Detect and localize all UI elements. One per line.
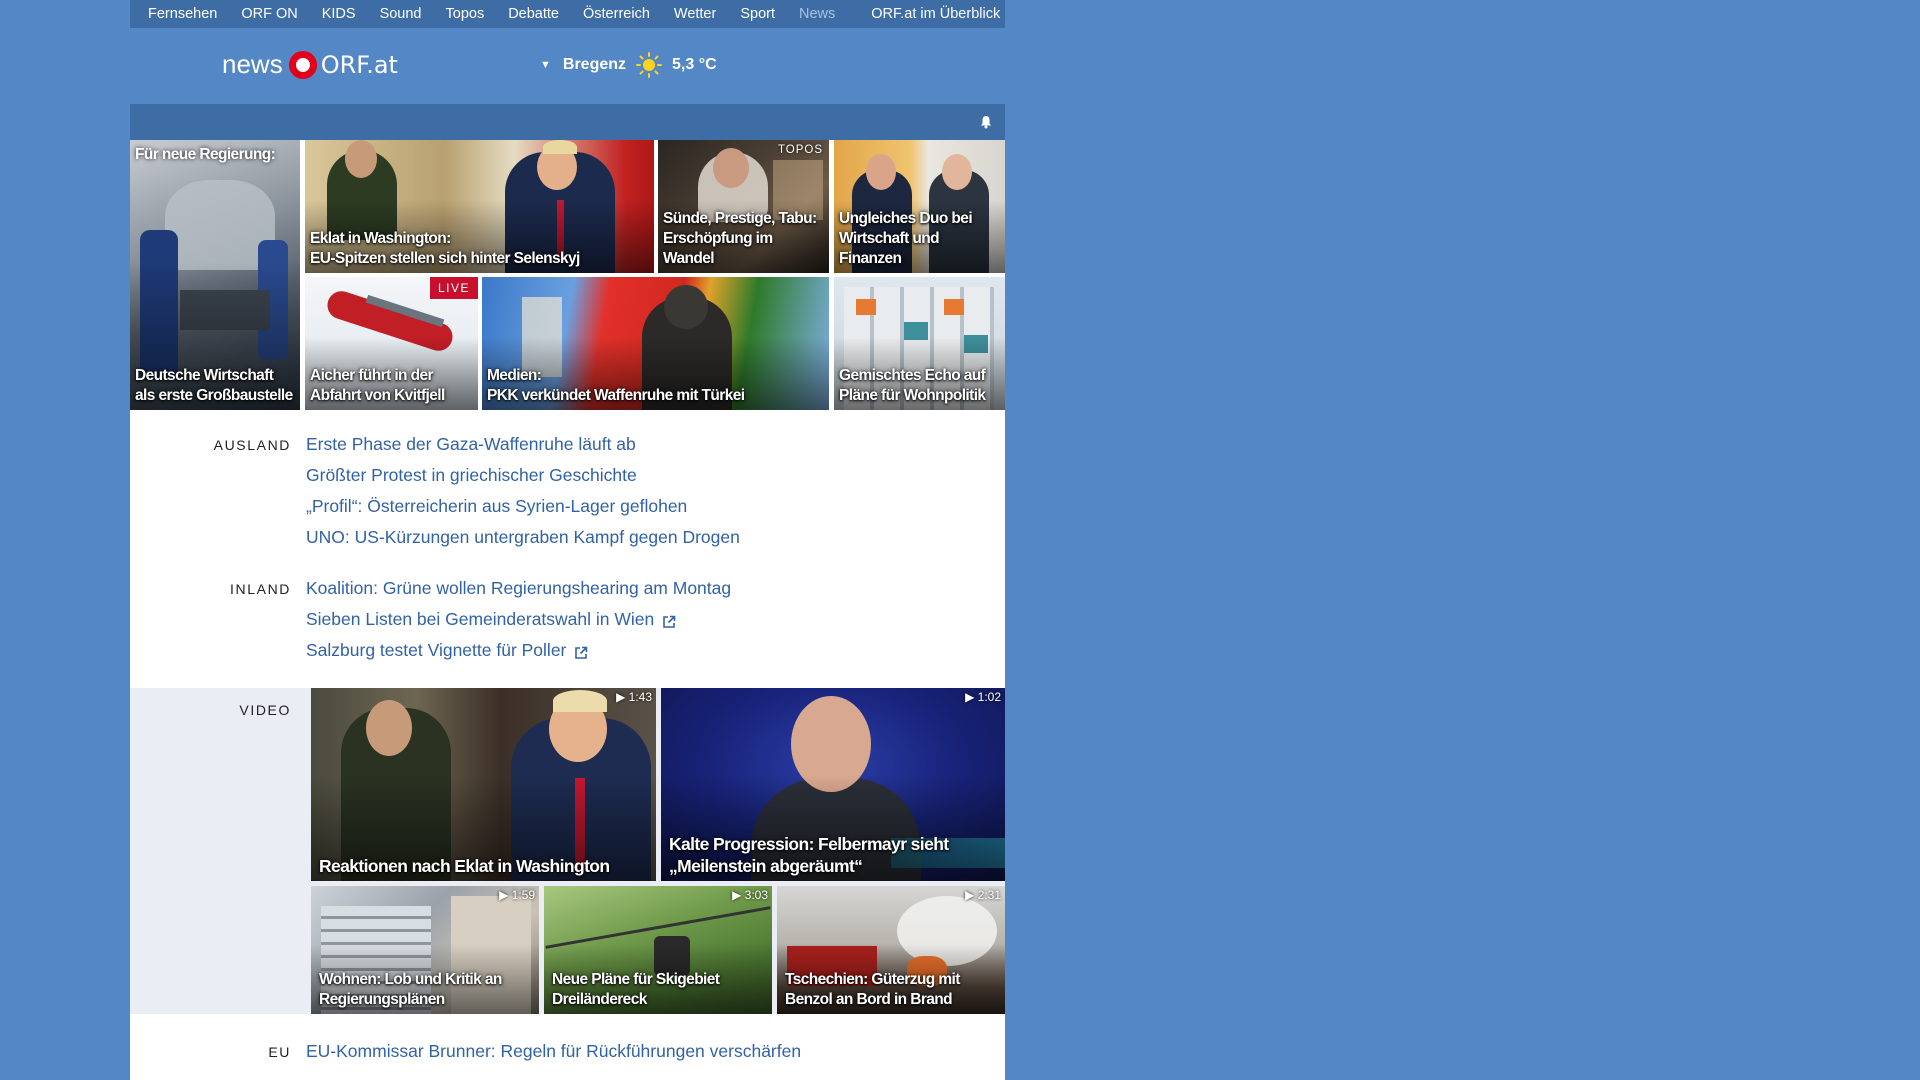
story-tile-wohnpolitik[interactable]: Gemischtes Echo auf Pläne für Wohnpoliti… [834, 277, 1005, 410]
news-orf-logo[interactable]: news ORF.at [222, 49, 398, 80]
weather-temperature: 5,3 °C [672, 56, 717, 73]
tile-caption: Neue Pläne für Skigebiet Dreiländereck [552, 971, 720, 1008]
story-tile-topos[interactable]: TOPOS Sünde, Prestige, Tabu: Erschöpfung… [658, 140, 829, 273]
headline-eu-1[interactable]: EU-Kommissar Brunner: Regeln für Rückfüh… [306, 1041, 801, 1062]
section-label-ausland: AUSLAND [213, 437, 291, 453]
nav-kids[interactable]: KIDS [322, 6, 356, 22]
headline-text: Salzburg testet Vignette für Poller [306, 640, 567, 660]
tile-caption: Medien: PKK verkündet Waffenruhe mit Tür… [487, 367, 745, 404]
tile-caption: Deutsche Wirtschaft als erste Großbauste… [135, 367, 293, 404]
video-tile-skigebiet[interactable]: ▶ 3:03 Neue Pläne für Skigebiet Dreiländ… [544, 886, 772, 1014]
sun-icon [636, 52, 663, 78]
story-tile-wirtschaft[interactable]: Für neue Regierung: Deutsche Wirtschaft … [130, 140, 300, 410]
video-duration: ▶ 1:59 [499, 888, 535, 902]
weather-widget[interactable]: ▼ Bregenz 5,3 °C [540, 52, 717, 78]
nav-news[interactable]: News [799, 6, 835, 22]
tile-caption: Sünde, Prestige, Tabu: Erschöpfung im Wa… [663, 210, 817, 267]
duration-text: 1:43 [628, 690, 652, 704]
tile-overline: Für neue Regierung: [135, 146, 276, 163]
headline-inland-1[interactable]: Koalition: Grüne wollen Regierungshearin… [306, 578, 731, 599]
section-label-inland: INLAND [230, 581, 291, 597]
video-duration: ▶ 1:02 [965, 690, 1001, 704]
external-link-icon [574, 644, 588, 659]
video-tile-washington[interactable]: ▶ 1:43 Reaktionen nach Eklat in Washingt… [311, 688, 656, 881]
video-duration: ▶ 3:03 [732, 888, 768, 902]
headline-text: Sieben Listen bei Gemeinderatswahl in Wi… [306, 609, 655, 629]
sub-bar [130, 104, 1005, 140]
logo-orf-text: ORF.at [320, 50, 398, 79]
tile-caption: Kalte Progression: Felbermayr sieht „Mei… [669, 834, 949, 876]
weather-city: Bregenz [562, 56, 627, 73]
logo-news-text: news [222, 49, 283, 79]
play-icon: ▶ [965, 888, 978, 902]
nav-sound[interactable]: Sound [380, 6, 422, 22]
tile-caption: Tschechien: Güterzug mit Benzol an Bord … [785, 971, 960, 1008]
duration-text: 3:03 [744, 888, 768, 902]
video-duration: ▶ 2:31 [965, 888, 1001, 902]
tile-caption: Wohnen: Lob und Kritik an Regierungsplän… [319, 971, 502, 1008]
chevron-down-icon[interactable]: ▼ [540, 59, 551, 71]
nav-debatte[interactable]: Debatte [508, 6, 559, 22]
duration-text: 1:02 [977, 690, 1001, 704]
nav-topos[interactable]: Topos [446, 6, 485, 22]
headline-inland-2[interactable]: Sieben Listen bei Gemeinderatswahl in Wi… [306, 609, 676, 630]
play-icon: ▶ [732, 888, 745, 902]
site-header: news ORF.at ▼ Bregenz 5,3 °C [130, 28, 1005, 104]
headline-ausland-4[interactable]: UNO: US-Kürzungen untergraben Kampf gege… [306, 527, 740, 548]
live-badge: LIVE [429, 277, 478, 299]
story-tile-duo[interactable]: Ungleiches Duo bei Wirtschaft und Finanz… [834, 140, 1005, 273]
tile-caption: Reaktionen nach Eklat in Washington [319, 856, 610, 876]
nav-orf-overview[interactable]: ORF.at im Überblick [871, 6, 1000, 22]
main-content: Für neue Regierung: Deutsche Wirtschaft … [130, 140, 1005, 1080]
video-section: VIDEO ▶ 1:43 Reaktionen nach Eklat in Wa… [130, 688, 1005, 1014]
story-tile-ski-live[interactable]: LIVE Aicher führt in der Abfahrt von Kvi… [305, 277, 478, 410]
headline-inland-3[interactable]: Salzburg testet Vignette für Poller [306, 640, 588, 661]
tile-caption: Gemischtes Echo auf Pläne für Wohnpoliti… [839, 367, 986, 404]
story-tile-pkk[interactable]: Medien: PKK verkündet Waffenruhe mit Tür… [482, 277, 829, 410]
section-label-video: VIDEO [239, 702, 291, 718]
play-icon: ▶ [499, 888, 512, 902]
headline-ausland-3[interactable]: „Profil“: Österreicherin aus Syrien-Lage… [306, 496, 687, 517]
story-tile-washington[interactable]: Eklat in Washington: EU-Spitzen stellen … [305, 140, 654, 273]
bell-icon[interactable] [979, 115, 993, 129]
headline-ausland-2[interactable]: Größter Protest in griechischer Geschich… [306, 465, 637, 486]
headline-ausland-1[interactable]: Erste Phase der Gaza-Waffenruhe läuft ab [306, 434, 636, 455]
video-tile-felbermayr[interactable]: ▶ 1:02 Kalte Progression: Felbermayr sie… [661, 688, 1005, 881]
topos-tag: TOPOS [777, 144, 823, 156]
play-icon: ▶ [965, 690, 978, 704]
nav-wetter[interactable]: Wetter [674, 6, 716, 22]
tile-caption: Ungleiches Duo bei Wirtschaft und Finanz… [839, 210, 973, 267]
video-tile-wohnen[interactable]: ▶ 1:59 Wohnen: Lob und Kritik an Regieru… [311, 886, 539, 1014]
external-link-icon [662, 613, 676, 628]
nav-oesterreich[interactable]: Österreich [583, 6, 650, 22]
tile-caption: Aicher führt in der Abfahrt von Kvitfjel… [310, 367, 445, 404]
nav-sport[interactable]: Sport [740, 6, 775, 22]
section-label-eu: EU [268, 1044, 291, 1060]
play-icon: ▶ [616, 690, 629, 704]
video-tile-gueterzug[interactable]: ▶ 2:31 Tschechien: Güterzug mit Benzol a… [777, 886, 1005, 1014]
nav-fernsehen[interactable]: Fernsehen [148, 6, 217, 22]
duration-text: 1:59 [511, 888, 535, 902]
tile-caption: Eklat in Washington: EU-Spitzen stellen … [310, 230, 580, 267]
top-nav: Fernsehen ORF ON KIDS Sound Topos Debatt… [130, 0, 1005, 28]
orf-ring-icon [288, 50, 317, 79]
duration-text: 2:31 [977, 888, 1001, 902]
nav-orf-on[interactable]: ORF ON [241, 6, 297, 22]
video-duration: ▶ 1:43 [616, 690, 652, 704]
